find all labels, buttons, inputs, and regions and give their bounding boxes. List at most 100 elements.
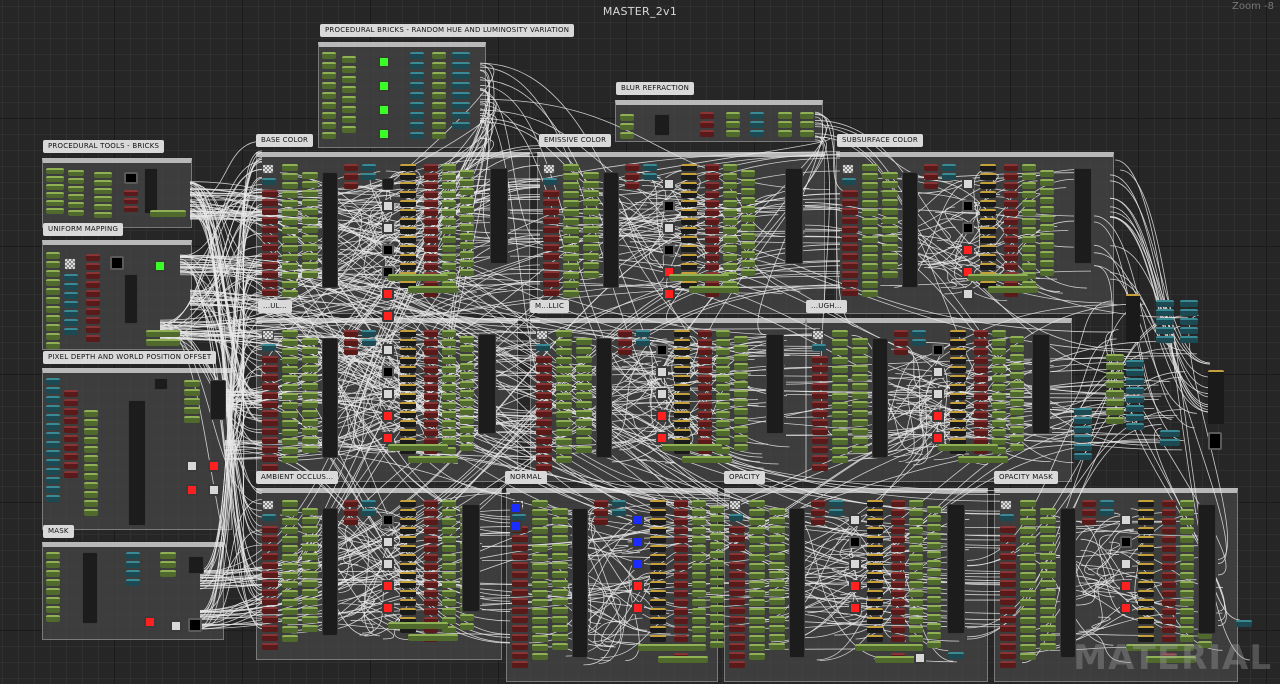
- math-node[interactable]: [891, 572, 905, 579]
- texture-sample-node[interactable]: [410, 62, 424, 69]
- math-node[interactable]: [344, 164, 358, 171]
- parameter-node[interactable]: [1022, 263, 1036, 270]
- texture-sample-node[interactable]: [410, 72, 424, 79]
- parameter-node[interactable]: [282, 254, 298, 261]
- math-node[interactable]: [262, 410, 278, 417]
- parameter-node[interactable]: [832, 438, 848, 445]
- parameter-node[interactable]: [710, 614, 724, 621]
- parameter-node[interactable]: [302, 347, 318, 354]
- main-material-output-node[interactable]: [1208, 370, 1224, 424]
- math-node[interactable]: [124, 198, 138, 204]
- math-node[interactable]: [424, 339, 438, 346]
- parameter-node[interactable]: [442, 173, 456, 180]
- graph-node[interactable]: [650, 617, 666, 624]
- texture-sample-node[interactable]: [362, 164, 376, 171]
- parameter-node[interactable]: [583, 208, 599, 215]
- parameter-node[interactable]: [749, 563, 765, 570]
- math-node[interactable]: [894, 339, 908, 346]
- texture-sample-node[interactable]: [1180, 327, 1198, 334]
- color-swatch-black[interactable]: [656, 344, 668, 356]
- parameter-node[interactable]: [302, 262, 318, 269]
- graph-node[interactable]: [1138, 617, 1154, 624]
- color-swatch-blue[interactable]: [510, 520, 522, 532]
- texture-sample-node[interactable]: [126, 570, 140, 577]
- parameter-node[interactable]: [282, 357, 298, 364]
- math-node[interactable]: [424, 366, 438, 373]
- parameter-node[interactable]: [862, 209, 878, 216]
- parameter-node[interactable]: [552, 517, 568, 524]
- math-node[interactable]: [974, 411, 988, 418]
- parameter-node[interactable]: [862, 227, 878, 234]
- parameter-node[interactable]: [769, 562, 785, 569]
- parameter-node[interactable]: [184, 407, 200, 414]
- parameter-node[interactable]: [282, 599, 298, 606]
- parameter-node[interactable]: [1020, 572, 1036, 579]
- math-node[interactable]: [705, 191, 719, 198]
- parameter-node[interactable]: [94, 196, 112, 202]
- parameter-node[interactable]: [282, 402, 298, 409]
- math-node[interactable]: [1004, 209, 1018, 216]
- parameter-node[interactable]: [723, 236, 737, 243]
- texture-sample-node[interactable]: [46, 414, 60, 421]
- texture-sample-node[interactable]: [812, 344, 826, 351]
- parameter-node[interactable]: [1010, 399, 1024, 406]
- parameter-node[interactable]: [862, 182, 878, 189]
- math-node[interactable]: [543, 271, 559, 278]
- math-node[interactable]: [698, 348, 712, 355]
- parameter-node[interactable]: [1180, 608, 1194, 615]
- parameter-node[interactable]: [322, 112, 336, 119]
- parameter-node[interactable]: [692, 572, 706, 579]
- material-function-node[interactable]: [947, 504, 965, 634]
- parameter-node[interactable]: [723, 218, 737, 225]
- parameter-node[interactable]: [342, 96, 356, 103]
- parameter-node[interactable]: [460, 408, 474, 415]
- parameter-node[interactable]: [552, 508, 568, 515]
- math-node[interactable]: [86, 263, 100, 270]
- parameter-node[interactable]: [46, 342, 60, 349]
- texture-sample-node[interactable]: [1156, 336, 1174, 343]
- math-node[interactable]: [674, 527, 688, 534]
- math-node[interactable]: [698, 402, 712, 409]
- texture-sample-node[interactable]: [64, 292, 78, 299]
- parameter-node[interactable]: [749, 572, 765, 579]
- color-swatch-white[interactable]: [186, 460, 198, 472]
- parameter-node[interactable]: [726, 130, 740, 137]
- parameter-node[interactable]: [532, 554, 548, 561]
- material-function-node[interactable]: [785, 168, 803, 264]
- math-node[interactable]: [618, 339, 632, 346]
- graph-node[interactable]: [950, 366, 966, 373]
- parameter-node[interactable]: [322, 52, 336, 59]
- parameter-node[interactable]: [552, 553, 568, 560]
- parameter-node[interactable]: [460, 233, 474, 240]
- math-node[interactable]: [1162, 581, 1176, 588]
- math-node[interactable]: [1162, 626, 1176, 633]
- math-node[interactable]: [812, 410, 828, 417]
- graph-node[interactable]: [950, 411, 966, 418]
- graph-node[interactable]: [400, 218, 416, 225]
- parameter-node[interactable]: [927, 506, 941, 513]
- math-node[interactable]: [842, 271, 858, 278]
- material-function-node[interactable]: [210, 380, 226, 420]
- parameter-node[interactable]: [563, 191, 579, 198]
- graph-node[interactable]: [650, 500, 666, 507]
- parameter-node[interactable]: [282, 518, 298, 525]
- parameter-node[interactable]: [852, 374, 868, 381]
- math-node[interactable]: [424, 227, 438, 234]
- math-node[interactable]: [811, 518, 825, 525]
- math-node[interactable]: [1000, 535, 1016, 542]
- parameter-node[interactable]: [710, 551, 724, 558]
- parameter-node[interactable]: [800, 130, 814, 137]
- parameter-node[interactable]: [583, 172, 599, 179]
- parameter-node[interactable]: [692, 554, 706, 561]
- parameter-node[interactable]: [282, 236, 298, 243]
- graph-node[interactable]: [650, 590, 666, 597]
- parameter-node[interactable]: [909, 545, 923, 552]
- math-node[interactable]: [1000, 607, 1016, 614]
- math-node[interactable]: [705, 182, 719, 189]
- parameter-node[interactable]: [852, 437, 868, 444]
- parameter-node[interactable]: [442, 545, 456, 552]
- parameter-node[interactable]: [1106, 372, 1124, 379]
- graph-node[interactable]: [650, 563, 666, 570]
- parameter-node[interactable]: [832, 420, 848, 427]
- parameter-node[interactable]: [302, 517, 318, 524]
